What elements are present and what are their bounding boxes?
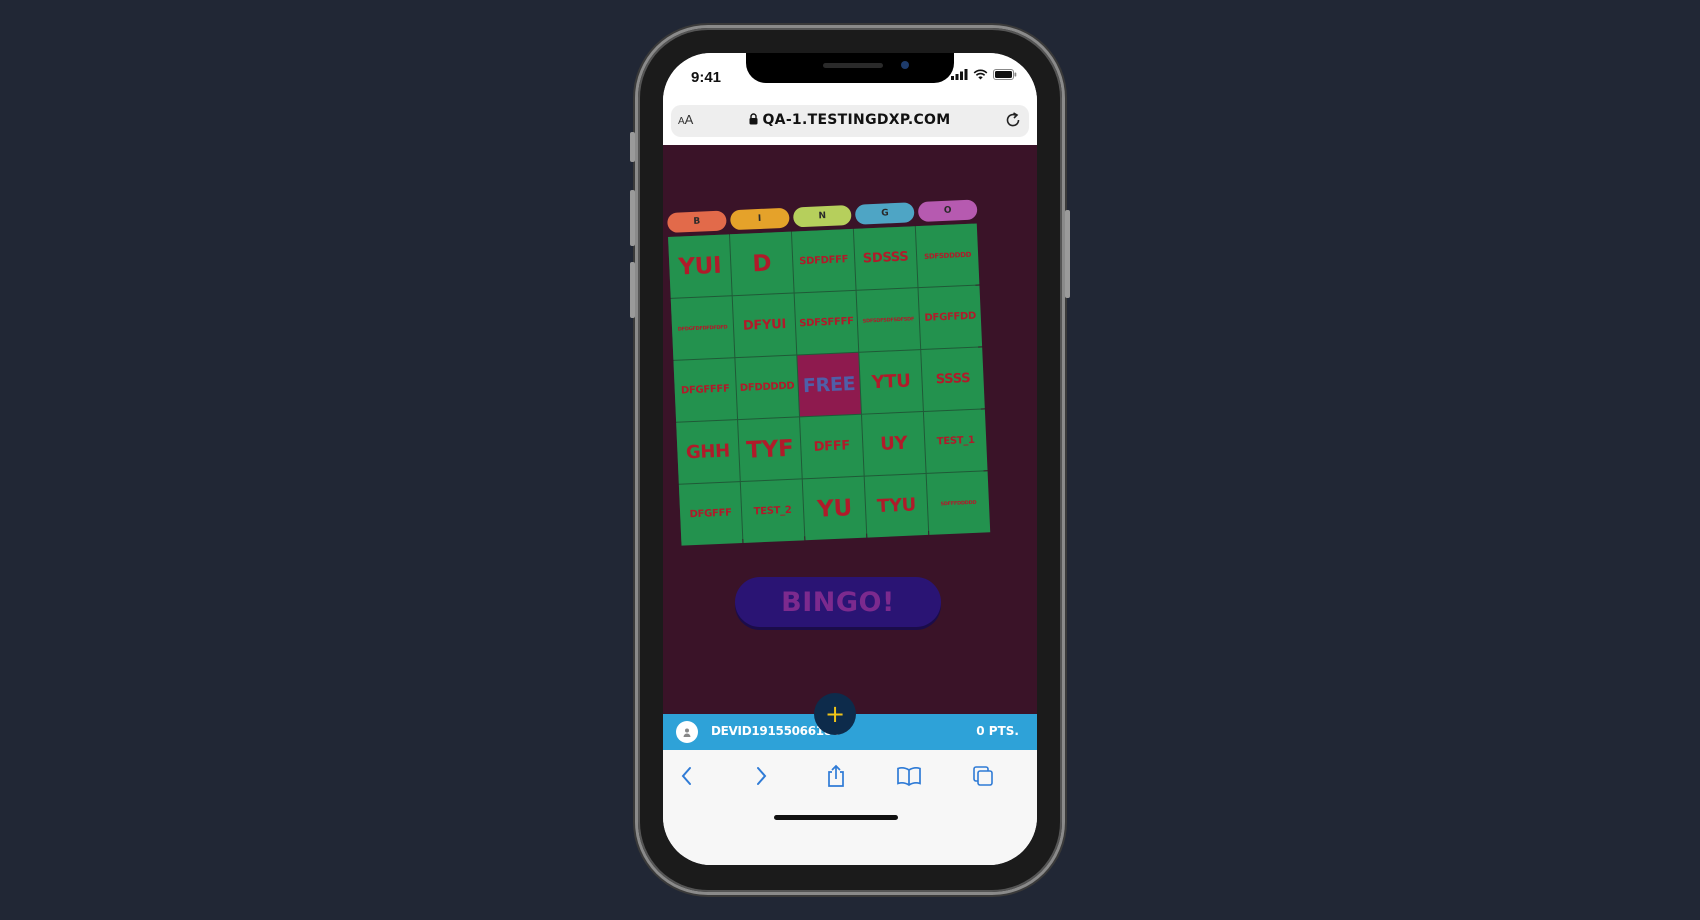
bingo-cell[interactable]: DFDDDDD (735, 355, 799, 420)
status-time: 9:41 (691, 69, 722, 86)
bingo-cell[interactable]: SSSS (921, 347, 985, 411)
bingo-cell[interactable]: TYF (738, 417, 802, 482)
bingo-cell[interactable]: SDFDFFF (791, 228, 856, 293)
header-letter-b: B (667, 210, 727, 233)
bingo-card: B I N G O YUI D SDFDFFF SDSSS SDFSDDDDD DFDGF… (667, 199, 1002, 553)
status-icons (951, 69, 1017, 80)
back-icon (681, 767, 691, 785)
points-display: 0 PTS. (976, 724, 1019, 738)
bingo-cell[interactable]: SDSSS (853, 226, 918, 290)
share-button[interactable] (822, 762, 850, 790)
bingo-cell[interactable]: TEST_1 (923, 409, 988, 473)
bingo-button[interactable]: BINGO! (735, 577, 941, 627)
url-text: QA-1.TESTINGDXP.COM (762, 112, 951, 128)
signal-icon (951, 69, 968, 80)
bingo-cell[interactable]: GHH (676, 420, 740, 484)
bingo-cell[interactable]: DFYUI (732, 293, 797, 358)
address-bar[interactable]: AAAA QA-1.TESTINGDXP.COM (671, 105, 1029, 137)
camera-icon (901, 61, 909, 69)
user-icon (683, 728, 691, 737)
home-indicator (774, 815, 898, 820)
bingo-cell[interactable]: DFDGFDFDFDFDFD (670, 296, 735, 360)
back-button[interactable] (673, 762, 701, 790)
bingo-game-area: B I N G O YUI D SDFDFFF SDSSS SDFSDDDDD DFDGF… (663, 145, 1037, 719)
free-space-cell[interactable]: FREE (797, 352, 861, 417)
forward-button[interactable] (747, 762, 775, 790)
bingo-cell[interactable]: YTU (859, 350, 923, 414)
forward-icon (757, 767, 767, 785)
bingo-cell[interactable]: YUI (668, 234, 732, 298)
browser-toolbar (663, 750, 1037, 865)
wifi-icon (973, 69, 988, 80)
reload-icon (1006, 112, 1020, 127)
volume-down-button (630, 262, 635, 318)
tabs-button[interactable] (969, 762, 997, 790)
avatar[interactable] (676, 721, 698, 743)
bingo-cell[interactable]: TEST_2 (740, 479, 805, 543)
bookmarks-button[interactable] (895, 762, 923, 790)
header-letter-g: G (855, 202, 915, 225)
bingo-cell[interactable]: SDFFFDDDDD (926, 471, 991, 535)
add-button[interactable]: + (814, 693, 856, 735)
bookmarks-icon (897, 767, 921, 786)
header-letter-n: N (792, 204, 853, 228)
lock-icon (749, 113, 758, 125)
bingo-cell[interactable]: D (729, 231, 794, 296)
battery-icon (993, 69, 1017, 80)
header-letter-i: I (729, 207, 790, 231)
bingo-cell[interactable]: UY (861, 412, 926, 476)
phone-screen: 9:41 AA QA-1.TESTINGDXP.COM B I N G O YU… (663, 53, 1037, 865)
bingo-cell[interactable]: DFGFFF (678, 482, 743, 546)
speaker (823, 63, 883, 68)
tabs-icon (973, 766, 993, 786)
bingo-cell[interactable]: DFGFFFF (673, 358, 738, 422)
reload-button[interactable] (1003, 110, 1023, 134)
phone-frame: 9:41 AA QA-1.TESTINGDXP.COM B I N G O YU… (630, 28, 1070, 892)
bingo-cell[interactable]: DFFF (800, 414, 864, 479)
header-letter-o: O (917, 199, 978, 223)
bingo-cell[interactable]: YU (802, 476, 867, 541)
power-button (1065, 210, 1070, 298)
bingo-cell[interactable]: SDFSFFFF (794, 290, 859, 355)
bingo-grid: YUI D SDFDFFF SDSSS SDFSDDDDD DFDGFDFDFDFDFD D… (668, 223, 991, 546)
url-display[interactable]: QA-1.TESTINGDXP.COM (671, 112, 1029, 128)
bingo-cell[interactable]: SDFSDDDDD (915, 223, 980, 288)
share-icon (828, 764, 844, 787)
notch (746, 53, 954, 83)
bingo-cell[interactable]: TYU (864, 473, 929, 538)
volume-up-button (630, 190, 635, 246)
bingo-cell[interactable]: DFGFFDD (918, 285, 983, 350)
mute-switch (630, 132, 635, 162)
bingo-cell[interactable]: SDFSDFSDFSDFSDF (856, 288, 921, 352)
status-bar: 9:41 (663, 53, 1037, 103)
